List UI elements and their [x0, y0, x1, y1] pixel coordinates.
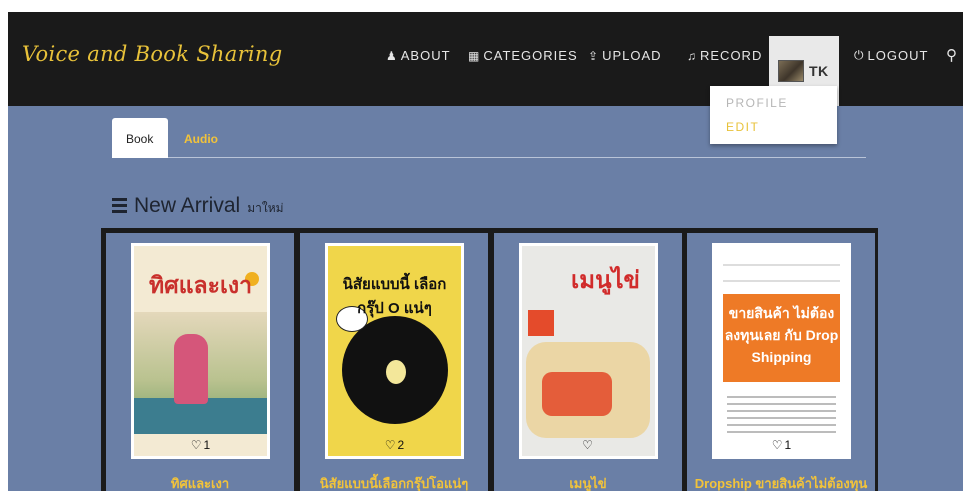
book-grid: ทิศและเงา ♡ 1 ทิศและเงา นิสัยแบบนี้ เลือ…: [101, 228, 878, 491]
nav-categories[interactable]: ▦ CATEGORIES: [468, 48, 578, 63]
cover-art: [386, 360, 406, 384]
nav-record[interactable]: ♫ RECORD: [687, 48, 762, 63]
book-cover[interactable]: เมนูไข่ ♡: [519, 243, 658, 459]
music-note-icon: ♫: [687, 48, 697, 63]
section-title: New Arrival: [134, 194, 241, 217]
like-counter[interactable]: ♡ 1: [715, 438, 848, 452]
tab-audio[interactable]: Audio: [170, 118, 232, 158]
heart-icon: ♡: [190, 438, 202, 452]
nav-categories-label: CATEGORIES: [483, 48, 578, 63]
like-count: 1: [784, 438, 792, 452]
section-subtitle: มาใหม่: [247, 201, 284, 215]
book-cover[interactable]: ขายสินค้า ไม่ต้องลงทุนเลย กับ Drop Shipp…: [712, 243, 851, 459]
user-name: TK: [809, 63, 829, 79]
nav-upload[interactable]: ⇪ UPLOAD: [588, 48, 662, 63]
book-title[interactable]: ทิศและเงา: [106, 473, 294, 491]
avatar: [778, 60, 804, 82]
cover-art: [528, 310, 554, 336]
user-dropdown-menu: PROFILE EDIT: [710, 86, 837, 144]
nav-upload-label: UPLOAD: [602, 48, 662, 63]
brand-logo[interactable]: Voice and Book Sharing: [22, 42, 283, 66]
nav-logout-label: LOGOUT: [867, 48, 929, 63]
search-icon: ⚲: [946, 47, 958, 64]
person-icon: ♟: [386, 48, 398, 63]
search-button[interactable]: ⚲: [946, 46, 958, 64]
section-heading: New Arrival มาใหม่: [112, 194, 284, 218]
power-icon: ⏻: [854, 48, 865, 62]
menu-item-edit[interactable]: EDIT: [726, 120, 759, 134]
book-card[interactable]: นิสัยแบบนี้ เลือกกรุ๊ป O แน่ๆ ♡ 2 นิสัยแ…: [300, 233, 488, 491]
book-title[interactable]: Dropship ขายสินค้าไม่ต้องทุน: [687, 473, 875, 491]
book-card[interactable]: เมนูไข่ ♡ เมนูไข่: [494, 233, 682, 491]
like-count: 2: [397, 438, 405, 452]
cover-title: ขายสินค้า ไม่ต้องลงทุนเลย กับ Drop Shipp…: [723, 294, 840, 382]
tab-book[interactable]: Book: [112, 118, 168, 158]
like-counter[interactable]: ♡: [522, 438, 655, 452]
nav-record-label: RECORD: [700, 48, 763, 63]
cover-art: [727, 396, 836, 436]
upload-icon: ⇪: [588, 48, 600, 63]
nav-about-label: ABOUT: [400, 48, 451, 63]
heart-icon: ♡: [384, 438, 396, 452]
book-title[interactable]: นิสัยแบบนี้เลือกกรุ๊ปโอแน่ๆ: [300, 473, 488, 491]
book-cover[interactable]: นิสัยแบบนี้ เลือกกรุ๊ป O แน่ๆ ♡ 2: [325, 243, 464, 459]
like-count: 1: [203, 438, 211, 452]
heart-icon: ♡: [771, 438, 783, 452]
book-card[interactable]: ขายสินค้า ไม่ต้องลงทุนเลย กับ Drop Shipp…: [687, 233, 875, 491]
cover-title: นิสัยแบบนี้ เลือกกรุ๊ป O แน่ๆ: [342, 276, 447, 317]
cover-art: [174, 334, 208, 404]
book-cover[interactable]: ทิศและเงา ♡ 1: [131, 243, 270, 459]
heart-icon: ♡: [582, 438, 593, 452]
cover-title: ทิศและเงา: [148, 272, 253, 298]
cover-title: เมนูไข่: [571, 267, 640, 294]
page: Voice and Book Sharing ♟ ABOUT ▦ CATEGOR…: [8, 12, 963, 491]
like-counter[interactable]: ♡ 1: [134, 438, 267, 452]
book-card[interactable]: ทิศและเงา ♡ 1 ทิศและเงา: [106, 233, 294, 491]
grid-icon: ▦: [468, 48, 481, 63]
cover-art: [723, 264, 840, 282]
like-counter[interactable]: ♡ 2: [328, 438, 461, 452]
list-icon: [112, 198, 127, 213]
nav-logout[interactable]: ⏻ LOGOUT: [854, 48, 928, 63]
book-title[interactable]: เมนูไข่: [494, 473, 682, 491]
cover-art: [526, 342, 650, 438]
nav-about[interactable]: ♟ ABOUT: [386, 48, 451, 63]
menu-item-profile[interactable]: PROFILE: [726, 96, 788, 110]
